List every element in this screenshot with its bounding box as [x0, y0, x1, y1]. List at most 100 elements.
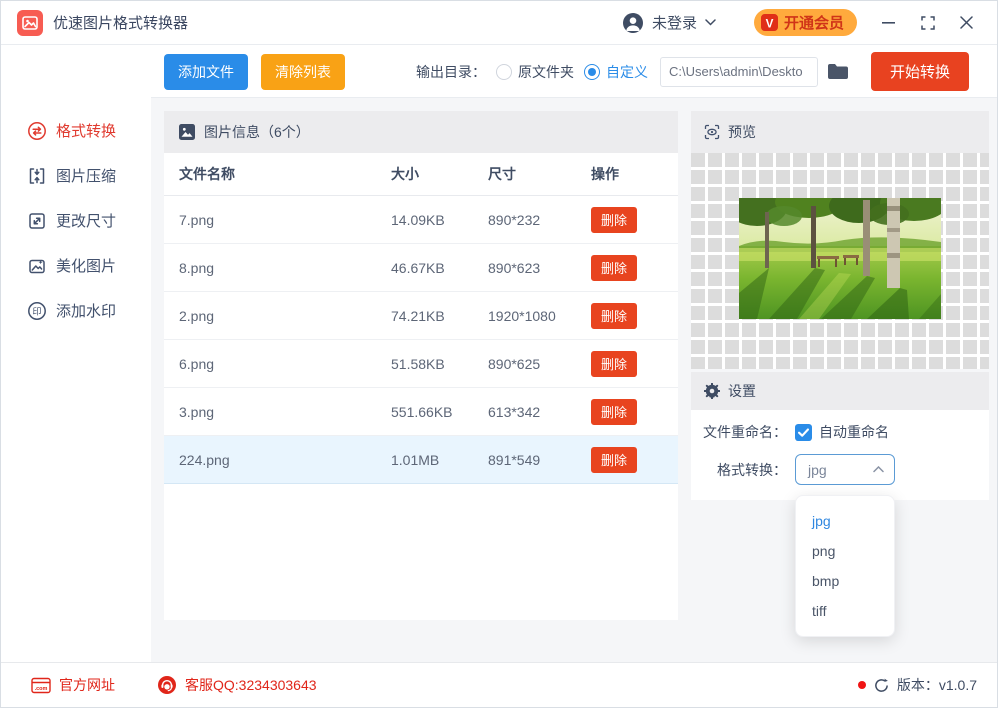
- settings-header: 设置: [691, 372, 989, 410]
- footer: .com 官方网址 客服QQ:3234303643 版本：v1.0.7: [1, 662, 997, 707]
- user-avatar-icon: [622, 12, 644, 34]
- col-filename: 文件名称: [179, 166, 235, 182]
- radio-selected-icon: [583, 63, 600, 80]
- col-action: 操作: [591, 166, 619, 182]
- customer-service-icon: [157, 675, 177, 695]
- table-row-selected[interactable]: 224.png 1.01MB 891*549 删除: [164, 436, 678, 484]
- website-icon: .com: [31, 677, 51, 694]
- vip-badge-icon: V: [760, 14, 778, 31]
- table-section-title: 图片信息（6个）: [204, 124, 310, 140]
- service-qq-link[interactable]: 客服QQ:3234303643: [157, 675, 317, 695]
- file-size: 51.58KB: [391, 355, 445, 372]
- file-size: 74.21KB: [391, 307, 445, 324]
- file-name: 224.png: [179, 451, 230, 468]
- format-convert-icon: [27, 121, 47, 141]
- main-content: 图片信息（6个） 文件名称 大小 尺寸 操作 7.png 14.09KB 890…: [151, 98, 997, 664]
- toolbar: 添加文件 清除列表 输出目录： 原文件夹 自定义 开始转换: [151, 46, 997, 98]
- file-name: 3.png: [179, 403, 215, 420]
- login-menu[interactable]: 未登录: [622, 12, 716, 34]
- file-dimensions: 890*625: [488, 355, 541, 372]
- compress-icon: [27, 166, 47, 186]
- preview-image: [739, 198, 941, 319]
- svg-text:V: V: [766, 17, 774, 30]
- radio-original-label: 原文件夹: [517, 63, 574, 80]
- settings-body: 文件重命名： 自动重命名 格式转换： jpg: [691, 410, 989, 500]
- chevron-down-icon: [705, 19, 716, 26]
- format-select[interactable]: jpg: [795, 454, 895, 485]
- browse-folder-icon[interactable]: [827, 63, 849, 80]
- sidebar-item-label: 美化图片: [56, 258, 117, 275]
- table-row[interactable]: 2.png 74.21KB 1920*1080 删除: [164, 292, 678, 340]
- app-title: 优速图片格式转换器: [53, 15, 189, 32]
- app-window: 优速图片格式转换器 未登录 V 开通会员 格式转换 图片压缩 更改尺寸 美化图片…: [0, 0, 998, 708]
- rename-label: 文件重命名：: [703, 424, 787, 440]
- sidebar-item-beautify[interactable]: 美化图片: [1, 243, 151, 288]
- rename-setting-row: 文件重命名： 自动重命名: [691, 422, 989, 442]
- sidebar-item-label: 图片压缩: [56, 168, 117, 185]
- table-header-row: 文件名称 大小 尺寸 操作: [164, 153, 678, 196]
- file-name: 8.png: [179, 259, 215, 276]
- table-row[interactable]: 6.png 51.58KB 890*625 删除: [164, 340, 678, 388]
- sidebar-item-compress[interactable]: 图片压缩: [1, 153, 151, 198]
- file-table-panel: 图片信息（6个） 文件名称 大小 尺寸 操作 7.png 14.09KB 890…: [164, 111, 678, 620]
- sidebar-item-label: 添加水印: [56, 303, 117, 320]
- service-qq-label: 客服QQ:3234303643: [185, 677, 317, 693]
- minimize-button[interactable]: [873, 8, 903, 38]
- sidebar: 格式转换 图片压缩 更改尺寸 美化图片 印 添加水印: [1, 46, 151, 664]
- dropdown-option-png[interactable]: png: [796, 536, 894, 566]
- settings-title: 设置: [728, 383, 756, 399]
- format-label: 格式转换：: [717, 461, 787, 478]
- file-dimensions: 891*549: [488, 451, 541, 468]
- vip-button[interactable]: V 开通会员: [753, 9, 857, 36]
- radio-original-folder[interactable]: 原文件夹: [495, 62, 574, 82]
- status-dot: [857, 681, 866, 689]
- radio-custom-folder[interactable]: 自定义: [583, 62, 648, 82]
- file-size: 46.67KB: [391, 259, 445, 276]
- refresh-icon[interactable]: [874, 678, 889, 693]
- svg-text:.com: .com: [35, 686, 48, 692]
- dropdown-option-tiff[interactable]: tiff: [796, 596, 894, 626]
- delete-button[interactable]: 删除: [591, 254, 637, 281]
- delete-button[interactable]: 删除: [591, 350, 637, 377]
- dropdown-option-bmp[interactable]: bmp: [796, 566, 894, 596]
- file-dimensions: 1920*1080: [488, 307, 556, 324]
- sidebar-item-format-convert[interactable]: 格式转换: [1, 108, 151, 153]
- start-convert-button[interactable]: 开始转换: [870, 52, 969, 91]
- delete-button[interactable]: 删除: [591, 302, 637, 329]
- delete-button[interactable]: 删除: [591, 446, 637, 473]
- table-row[interactable]: 3.png 551.66KB 613*342 删除: [164, 388, 678, 436]
- website-label: 官方网址: [59, 677, 115, 693]
- version-label: 版本：v1.0.7: [896, 677, 977, 693]
- resize-icon: [27, 211, 47, 231]
- auto-rename-checkbox[interactable]: [795, 423, 812, 441]
- file-size: 551.66KB: [391, 403, 453, 420]
- file-name: 7.png: [179, 211, 215, 228]
- sidebar-item-label: 格式转换: [56, 123, 117, 140]
- official-website-link[interactable]: .com 官方网址: [31, 675, 115, 695]
- sidebar-item-watermark[interactable]: 印 添加水印: [1, 288, 151, 333]
- sidebar-item-label: 更改尺寸: [56, 213, 117, 230]
- delete-button[interactable]: 删除: [591, 206, 637, 233]
- close-button[interactable]: [951, 8, 981, 38]
- dropdown-option-jpg[interactable]: jpg: [796, 506, 894, 536]
- login-status: 未登录: [651, 15, 697, 32]
- table-row[interactable]: 8.png 46.67KB 890*623 删除: [164, 244, 678, 292]
- output-path-input[interactable]: [659, 56, 818, 87]
- image-info-icon: [179, 124, 195, 140]
- add-files-button[interactable]: 添加文件: [164, 53, 248, 90]
- sidebar-item-resize[interactable]: 更改尺寸: [1, 198, 151, 243]
- maximize-button[interactable]: [913, 8, 943, 38]
- preview-transparency-area: [691, 153, 989, 369]
- file-dimensions: 890*232: [488, 211, 541, 228]
- table-row[interactable]: 7.png 14.09KB 890*232 删除: [164, 196, 678, 244]
- titlebar: 优速图片格式转换器 未登录 V 开通会员: [1, 1, 997, 45]
- gear-icon: [704, 383, 720, 399]
- table-section-header: 图片信息（6个）: [164, 111, 678, 153]
- delete-button[interactable]: 删除: [591, 398, 637, 425]
- svg-text:印: 印: [32, 305, 41, 317]
- watermark-icon: 印: [27, 301, 47, 321]
- file-name: 6.png: [179, 355, 215, 372]
- clear-list-button[interactable]: 清除列表: [261, 53, 345, 90]
- output-dir-label: 输出目录：: [415, 63, 486, 80]
- file-dimensions: 613*342: [488, 403, 541, 420]
